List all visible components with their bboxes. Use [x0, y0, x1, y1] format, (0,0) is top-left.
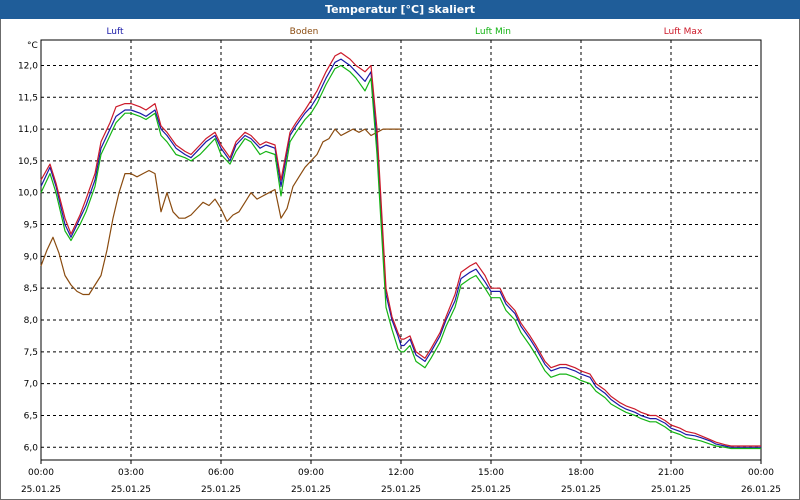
x-tick-time: 00:00	[748, 468, 774, 478]
x-tick-time: 15:00	[478, 468, 504, 478]
legend-item: Luft Max	[664, 27, 703, 37]
x-tick-date: 26.01.25	[741, 485, 781, 495]
series-line-luft-max	[40, 52, 761, 447]
legend-item: Luft Min	[475, 27, 511, 37]
x-axis: 00:00 25.01.25 03:00 25.01.25 06:00 25.01.25 0…	[21, 460, 781, 495]
legend-item: Luft	[106, 27, 124, 37]
y-tick-label: 9,5	[24, 221, 38, 231]
y-tick-label: 11,5	[18, 93, 38, 103]
legend-item: Boden	[290, 27, 319, 37]
x-tick-date: 25.01.25	[471, 485, 511, 495]
y-tick-label: 6,0	[24, 443, 39, 453]
y-axis-unit: °C	[27, 41, 38, 51]
x-tick-date: 25.01.25	[21, 485, 61, 495]
chart-legend: Luft Boden Luft Min Luft Max	[106, 27, 703, 37]
y-axis: 6,0 6,5 7,0 7,5 8,0 8,5 9,0 9,5 10,0 10,5 11,0 11,5…	[18, 61, 38, 453]
y-tick-label: 6,5	[24, 411, 38, 421]
x-tick-time: 06:00	[208, 468, 234, 478]
y-tick-label: 10,5	[18, 157, 38, 167]
x-tick-date: 25.01.25	[381, 485, 421, 495]
x-tick-time: 21:00	[658, 468, 684, 478]
window-title: Temperatur [°C] skaliert	[0, 0, 800, 19]
x-tick-time: 12:00	[388, 468, 414, 478]
x-tick-time: 00:00	[28, 468, 54, 478]
x-tick-date: 25.01.25	[111, 485, 151, 495]
x-tick-time: 09:00	[298, 468, 324, 478]
x-tick-time: 03:00	[118, 468, 144, 478]
x-tick-date: 25.01.25	[291, 485, 331, 495]
x-tick-date: 25.01.25	[201, 485, 241, 495]
y-tick-label: 8,5	[24, 284, 38, 294]
line-chart: Luft Boden Luft Min Luft Max °C 6,0 6,5 7,0 7,…	[18, 27, 781, 495]
chart-grid	[41, 40, 761, 460]
y-tick-label: 11,0	[18, 125, 38, 135]
chart-frame: Luft Boden Luft Min Luft Max °C 6,0 6,5 7,0 7,…	[0, 19, 800, 500]
y-tick-label: 8,0	[24, 316, 39, 326]
x-tick-date: 25.01.25	[651, 485, 691, 495]
y-tick-label: 7,5	[24, 348, 38, 358]
y-tick-label: 7,0	[24, 380, 39, 390]
x-tick-date: 25.01.25	[561, 485, 601, 495]
y-tick-label: 9,0	[24, 252, 39, 262]
y-tick-label: 12,0	[18, 61, 38, 71]
y-tick-label: 10,0	[18, 189, 38, 199]
x-tick-time: 18:00	[568, 468, 594, 478]
